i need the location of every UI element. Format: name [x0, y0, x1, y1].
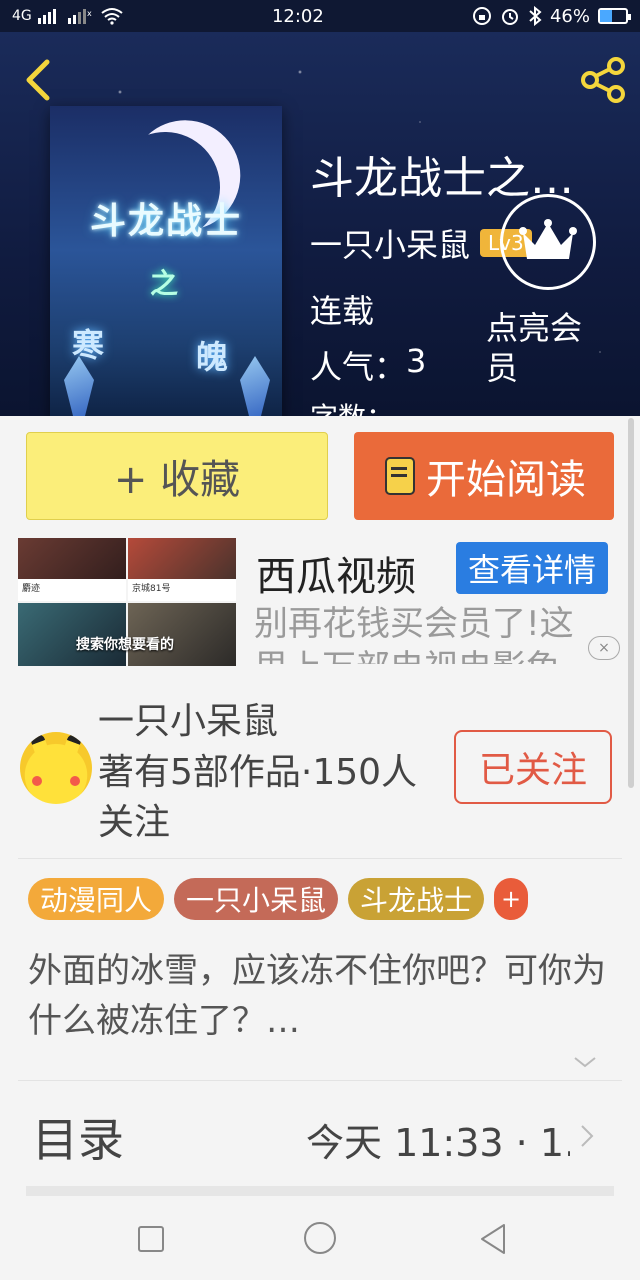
avatar-cheek	[70, 776, 80, 786]
book-cover[interactable]: 斗龙战士 之 寒 魄	[50, 106, 282, 416]
thumb-caption: 京城81号	[128, 579, 236, 601]
cover-title-line3a: 寒	[72, 326, 105, 364]
crystal-illustration	[240, 356, 270, 416]
bluetooth-icon	[529, 6, 542, 26]
wifi-icon	[101, 8, 123, 25]
signal-icon-2: x	[67, 9, 92, 24]
avatar-ear	[29, 732, 53, 766]
start-reading-button[interactable]: 开始阅读	[354, 432, 614, 520]
battery-percent: 46%	[549, 5, 590, 27]
author-avatar[interactable]	[20, 732, 92, 804]
status-bar: 4G x 12:02 46%	[0, 0, 640, 32]
tag[interactable]: 一只小呆鼠	[174, 878, 339, 920]
toc-title: 目录	[32, 1113, 124, 1167]
follow-button[interactable]: 已关注	[454, 730, 612, 804]
vip-button[interactable]	[500, 194, 596, 290]
status-right: 46%	[472, 5, 631, 27]
status-left: 4G x	[12, 7, 124, 25]
avatar-cheek	[32, 776, 42, 786]
chevron-left-icon	[26, 59, 50, 101]
action-buttons: + 收藏 开始阅读	[26, 432, 614, 522]
system-nav-bar	[0, 1200, 640, 1280]
share-icon	[581, 57, 625, 103]
table-of-contents-row[interactable]: 目录 今天 11:33 · 1.	[0, 1100, 640, 1170]
rotation-lock-icon	[472, 7, 491, 25]
home-button[interactable]	[304, 1222, 336, 1254]
wordcount-label: 字数：	[310, 396, 394, 416]
add-tag-button[interactable]: +	[494, 878, 529, 920]
author-works-summary: 著有5部作品·150人关注	[98, 752, 418, 843]
author-line: 一只小呆鼠 Lv3	[310, 220, 532, 266]
expand-synopsis-button[interactable]	[572, 1052, 598, 1072]
cover-title-line3b: 魄	[196, 338, 229, 376]
signal-icon	[37, 9, 56, 24]
ad-close-button[interactable]: ×	[588, 636, 620, 660]
back-button[interactable]	[18, 56, 58, 104]
crown-icon	[519, 219, 577, 259]
scrollbar[interactable]	[628, 418, 634, 788]
cover-title-line2: 之	[150, 267, 179, 300]
chevron-right-icon	[581, 1125, 594, 1147]
chevron-down-icon	[574, 1057, 596, 1068]
ad-thumbnail: 麝迹	[18, 538, 126, 601]
avatar-ear	[59, 732, 83, 766]
tag[interactable]: 动漫同人	[28, 878, 165, 920]
section-separator	[26, 1186, 614, 1196]
author-section: 一只小呆鼠 著有5部作品·150人关注 已关注	[0, 688, 640, 858]
back-triangle-icon[interactable]	[478, 1222, 508, 1256]
svg-text:x: x	[87, 9, 92, 18]
ad-details-button[interactable]: 查看详情	[456, 542, 608, 594]
thumb-caption: 麝迹	[18, 579, 126, 601]
popularity-label: 人气：	[310, 348, 407, 386]
serial-status: 连载	[310, 292, 375, 330]
share-button[interactable]	[578, 54, 630, 106]
battery-fill	[600, 10, 612, 22]
status-time: 12:02	[271, 5, 324, 27]
ad-thumbnail: 京城81号	[128, 538, 236, 601]
book-hero: 斗龙战士 之 寒 魄 斗龙战士之… 一只小呆鼠 Lv3 连载 人气： 3 字数：…	[0, 32, 640, 416]
battery-icon	[598, 8, 631, 24]
author-section-name[interactable]: 一只小呆鼠	[98, 692, 278, 744]
start-reading-label: 开始阅读	[426, 457, 586, 503]
favorite-button[interactable]: + 收藏	[26, 432, 328, 520]
recent-apps-button[interactable]	[138, 1226, 164, 1252]
ad-description: 别再花钱买会员了!这里上万部电视电影免	[254, 604, 574, 664]
thumb-search-caption: 搜索你想要看的	[76, 637, 174, 653]
tag-list: 动漫同人 一只小呆鼠 斗龙战士 +	[28, 878, 529, 920]
ad-thumbnails[interactable]: 麝迹 京城81号 搜索你想要看的	[18, 538, 236, 666]
divider	[18, 858, 622, 859]
tag[interactable]: 斗龙战士	[348, 878, 485, 920]
book-icon	[385, 457, 415, 495]
author-name[interactable]: 一只小呆鼠	[310, 220, 470, 266]
ad-banner[interactable]: 麝迹 京城81号 搜索你想要看的 西瓜视频 查看详情 别再花钱买会员了!这里上万…	[18, 538, 622, 668]
ad-title: 西瓜视频	[256, 554, 416, 600]
popularity: 人气： 3	[310, 342, 426, 388]
popularity-value: 3	[406, 342, 427, 380]
toc-latest-update: 今天 11:33 · 1.	[306, 1121, 570, 1165]
network-type: 4G	[12, 8, 32, 24]
book-synopsis[interactable]: 外面的冰雪，应该冻不住你吧？可你为什么被冻住了？…	[28, 946, 608, 1046]
vip-text[interactable]: 点亮会员	[486, 308, 606, 388]
alarm-icon	[501, 9, 518, 25]
cover-title-line1: 斗龙战士	[89, 201, 242, 242]
divider	[18, 1080, 622, 1081]
